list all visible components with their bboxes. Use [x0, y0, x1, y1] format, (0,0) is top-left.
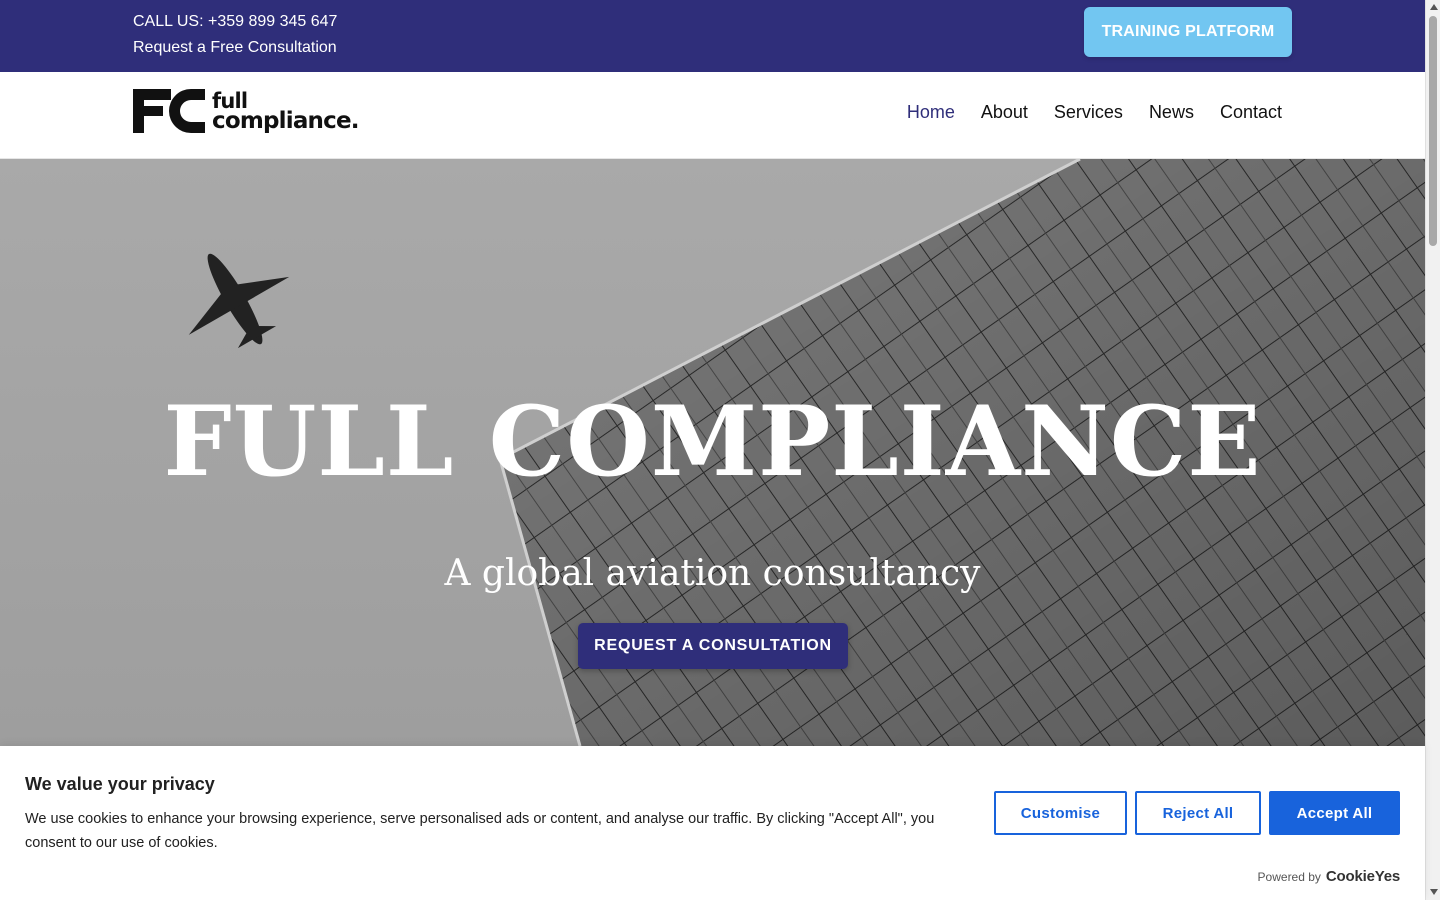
free-consultation-link[interactable]: Request a Free Consultation — [133, 35, 337, 61]
training-platform-button[interactable]: TRAINING PLATFORM — [1084, 7, 1292, 57]
top-contact: CALL US: +359 899 345 647 Request a Free… — [133, 9, 337, 61]
hero-subtitle: A global aviation consultancy — [444, 553, 981, 594]
request-consultation-button[interactable]: REQUEST A CONSULTATION — [578, 623, 848, 669]
airplane-icon — [188, 253, 290, 349]
scroll-thumb[interactable] — [1429, 16, 1437, 246]
site-logo[interactable]: full compliance. — [133, 88, 360, 134]
logo-text: full compliance. — [212, 91, 360, 134]
powered-by: Powered by CookieYes — [1257, 868, 1401, 885]
nav-services[interactable]: Services — [1054, 102, 1123, 123]
cookie-consent-banner: We value your privacy We use cookies to … — [0, 746, 1425, 900]
cookie-description: We use cookies to enhance your browsing … — [25, 811, 935, 851]
cookieyes-logo[interactable]: CookieYes — [1326, 868, 1400, 885]
nav-home[interactable]: Home — [907, 102, 955, 123]
site-header: full compliance. Home About Services New… — [0, 72, 1425, 159]
reject-all-button[interactable]: Reject All — [1135, 791, 1261, 835]
hero-section: FULL COMPLIANCE A global aviation consul… — [0, 159, 1425, 746]
nav-contact[interactable]: Contact — [1220, 102, 1282, 123]
page-scrollbar[interactable] — [1425, 0, 1440, 900]
cookie-title: We value your privacy — [25, 774, 215, 794]
hero-title: FULL COMPLIANCE — [163, 385, 1262, 498]
customise-button[interactable]: Customise — [994, 791, 1127, 835]
call-us-text[interactable]: CALL US: +359 899 345 647 — [133, 9, 337, 35]
fc-logo-mark-icon — [133, 89, 205, 133]
scroll-up-arrow-icon[interactable] — [1430, 4, 1438, 10]
scroll-down-arrow-icon[interactable] — [1430, 889, 1438, 895]
top-bar: CALL US: +359 899 345 647 Request a Free… — [0, 0, 1425, 72]
powered-by-label: Powered by — [1257, 869, 1321, 884]
nav-about[interactable]: About — [981, 102, 1028, 123]
accept-all-button[interactable]: Accept All — [1269, 791, 1400, 835]
main-nav: Home About Services News Contact — [907, 102, 1282, 123]
nav-news[interactable]: News — [1149, 102, 1194, 123]
logo-line2: compliance. — [212, 108, 360, 134]
